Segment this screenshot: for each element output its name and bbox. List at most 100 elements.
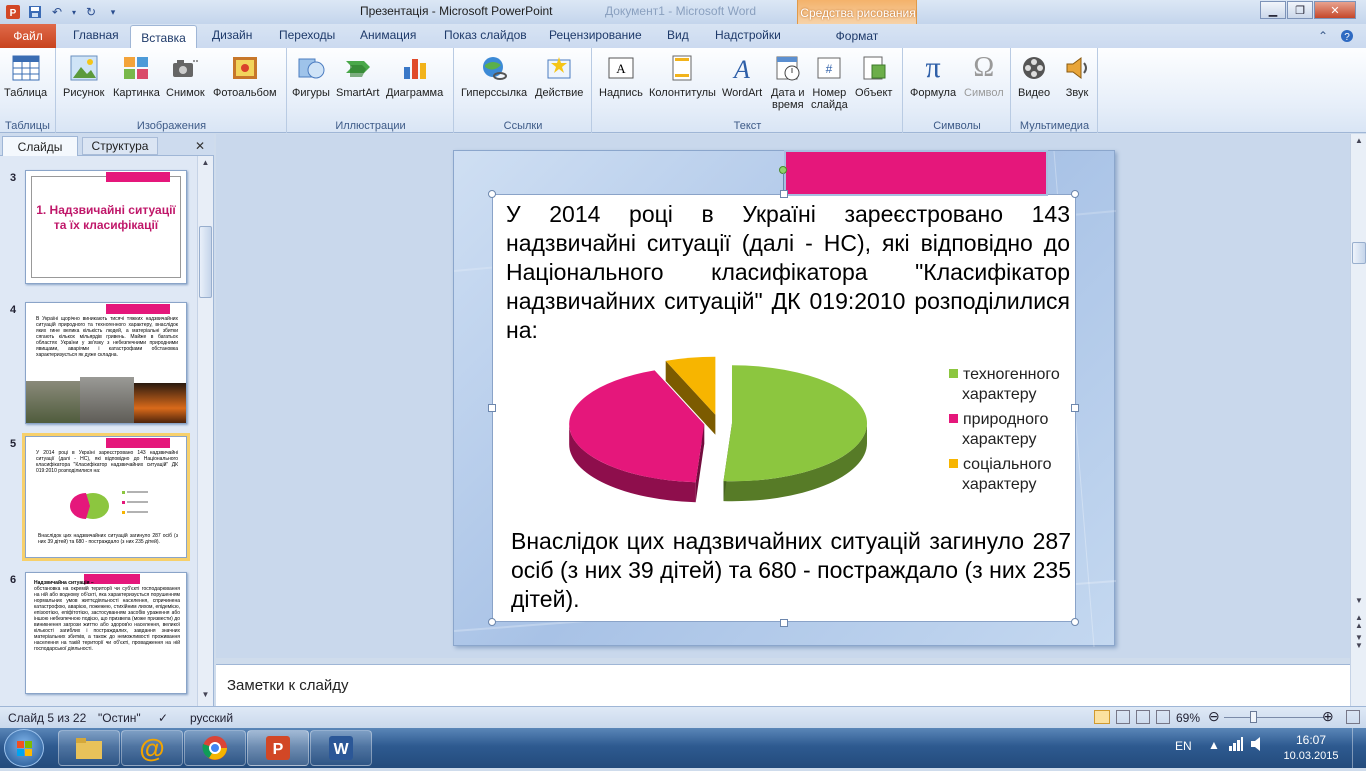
action-button[interactable]: Действие	[535, 52, 583, 99]
fit-to-window-icon[interactable]	[1346, 710, 1360, 724]
tab-home[interactable]: Главная	[73, 28, 119, 42]
insert-picture-button[interactable]: Рисунок	[63, 52, 105, 99]
wordart-button[interactable]: A WordArt	[722, 52, 762, 99]
powerpoint-icon[interactable]: P	[4, 3, 22, 21]
resize-handle[interactable]	[488, 190, 496, 198]
close-button[interactable]: ✕	[1314, 1, 1356, 19]
scroll-down-icon[interactable]: ▼	[199, 690, 212, 702]
reading-view-icon[interactable]	[1136, 710, 1150, 724]
zoom-in-icon[interactable]: ⊕	[1322, 708, 1334, 725]
tab-design[interactable]: Дизайн	[212, 28, 252, 42]
group-illustrations: Фигуры SmartArt Диаграмма Иллюстрации	[288, 48, 454, 133]
taskbar-explorer[interactable]	[58, 730, 120, 766]
insert-clipart-button[interactable]: Картинка	[113, 52, 160, 99]
chart-icon	[400, 52, 430, 84]
clock-time[interactable]: 16:07	[1279, 733, 1343, 747]
next-slide-icon[interactable]: ▼ ▼	[1352, 634, 1366, 650]
taskbar-word[interactable]: W	[310, 730, 372, 766]
zoom-slider-thumb[interactable]	[1250, 711, 1257, 723]
maximize-button[interactable]: ❐	[1287, 1, 1313, 19]
scroll-up-icon[interactable]: ▲	[1352, 136, 1366, 145]
network-icon[interactable]	[1228, 736, 1244, 755]
notes-pane[interactable]: Заметки к слайду	[216, 664, 1350, 706]
symbol-icon: Ω	[973, 52, 995, 83]
zoom-level[interactable]: 69%	[1176, 711, 1200, 725]
undo-dropdown-icon[interactable]: ▾	[70, 3, 78, 21]
insert-screenshot-button[interactable]: Снимок	[166, 52, 205, 99]
editor-vertical-scrollbar[interactable]: ▲ ▼ ▲ ▲ ▼ ▼	[1350, 134, 1366, 706]
pie-slice-technogenic[interactable]	[723, 365, 867, 502]
tab-outline[interactable]: Структура	[82, 137, 158, 155]
close-pane-icon[interactable]: ✕	[195, 139, 205, 153]
tab-addins[interactable]: Надстройки	[715, 28, 781, 42]
equation-button[interactable]: π Формула	[910, 52, 956, 100]
shapes-button[interactable]: Фигуры	[292, 52, 330, 99]
slide-number: 4	[10, 304, 17, 316]
slide-number-button[interactable]: # Номер слайда	[811, 52, 848, 111]
resize-handle[interactable]	[780, 619, 788, 627]
slideshow-view-icon[interactable]	[1156, 710, 1170, 724]
tab-format[interactable]: Формат	[797, 24, 917, 48]
tab-slides[interactable]: Слайды	[2, 136, 78, 156]
smartart-button[interactable]: SmartArt	[336, 52, 379, 99]
slides-pane-scrollbar[interactable]: ▲ ▼	[197, 156, 213, 706]
normal-view-icon[interactable]	[1094, 710, 1110, 724]
tab-transitions[interactable]: Переходы	[279, 28, 335, 42]
hyperlink-button[interactable]: Гиперссылка	[461, 52, 527, 99]
slide-bottom-text[interactable]: Внаслідок цих надзвичайних ситуацій заги…	[511, 527, 1071, 614]
title-shape[interactable]	[784, 150, 1048, 196]
scroll-thumb[interactable]	[1352, 242, 1366, 264]
video-button[interactable]: Видео	[1018, 52, 1050, 99]
clock-date[interactable]: 10.03.2015	[1279, 750, 1343, 762]
scroll-thumb[interactable]	[199, 226, 212, 298]
date-time-button[interactable]: Дата и время	[771, 52, 805, 111]
start-button[interactable]	[4, 729, 44, 767]
resize-handle[interactable]	[488, 618, 496, 626]
taskbar-powerpoint[interactable]: P	[247, 730, 309, 766]
tab-file[interactable]: Файл	[0, 24, 56, 48]
taskbar-mail[interactable]: @	[121, 730, 183, 766]
insert-screenshot-label: Снимок	[166, 87, 205, 99]
spellcheck-icon[interactable]: ✓	[158, 711, 168, 725]
tab-animations[interactable]: Анимация	[360, 28, 416, 42]
group-text: A Надпись Колонтитулы A WordArt Дата и в…	[593, 48, 903, 133]
previous-slide-icon[interactable]: ▲ ▲	[1352, 614, 1366, 630]
insert-chart-button[interactable]: Диаграмма	[386, 52, 443, 99]
resize-handle[interactable]	[780, 190, 788, 198]
group-illustrations-label: Иллюстрации	[335, 120, 406, 132]
resize-handle[interactable]	[1071, 190, 1079, 198]
save-icon[interactable]	[26, 3, 44, 21]
scroll-up-icon[interactable]: ▲	[199, 158, 212, 170]
tab-insert[interactable]: Вставка	[130, 25, 197, 49]
help-icon[interactable]: ?	[1340, 29, 1354, 46]
input-language[interactable]: EN	[1175, 739, 1192, 753]
zoom-out-icon[interactable]: ⊖	[1208, 708, 1220, 725]
pie-chart[interactable]: техногенного характеру природного характеру…	[493, 355, 1073, 525]
redo-icon[interactable]: ↻	[82, 3, 100, 21]
undo-icon[interactable]: ↶	[48, 3, 66, 21]
language-indicator[interactable]: русский	[190, 711, 233, 725]
customize-qat-icon[interactable]: ▾	[104, 3, 122, 21]
show-hidden-icons[interactable]: ▲	[1208, 738, 1220, 752]
textbox-button[interactable]: A Надпись	[599, 52, 643, 99]
zoom-slider-track[interactable]	[1224, 717, 1324, 718]
photo-album-button[interactable]: Фотоальбом	[213, 52, 277, 99]
tab-slideshow[interactable]: Показ слайдов	[444, 28, 527, 42]
header-footer-button[interactable]: Колонтитулы	[649, 52, 716, 99]
audio-button[interactable]: Звук	[1062, 52, 1092, 99]
minimize-button[interactable]: ▁	[1260, 1, 1286, 19]
object-button[interactable]: Объект	[855, 52, 892, 99]
tab-review[interactable]: Рецензирование	[549, 28, 642, 42]
symbol-button[interactable]: Ω Символ	[964, 52, 1004, 100]
show-desktop-button[interactable]	[1352, 728, 1366, 768]
scroll-down-icon[interactable]: ▼	[1352, 596, 1366, 605]
object-icon	[859, 52, 889, 84]
taskbar-chrome[interactable]	[184, 730, 246, 766]
minimize-ribbon-icon[interactable]: ⌃	[1318, 29, 1328, 43]
resize-handle[interactable]	[1071, 618, 1079, 626]
volume-icon[interactable]	[1250, 736, 1266, 755]
insert-table-button[interactable]: Таблица	[4, 52, 47, 99]
slide-main-text[interactable]: У 2014 році в Україні зареєстровано 143 …	[506, 200, 1070, 345]
slide-sorter-icon[interactable]	[1116, 710, 1130, 724]
tab-view[interactable]: Вид	[667, 28, 689, 42]
